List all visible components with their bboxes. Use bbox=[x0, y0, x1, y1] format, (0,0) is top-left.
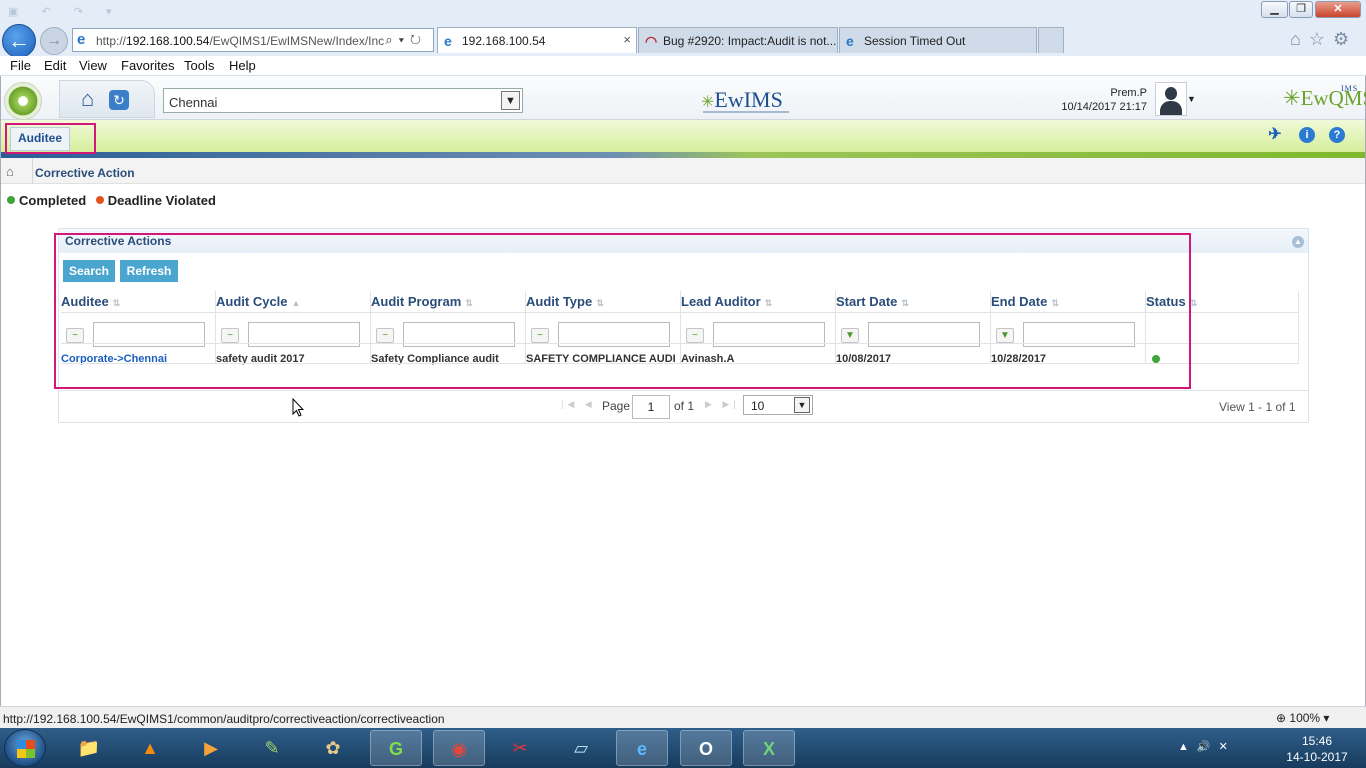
close-tab-icon[interactable]: × bbox=[623, 32, 631, 47]
browser-tab-session[interactable]: e Session Timed Out bbox=[839, 27, 1037, 53]
paint-icon[interactable]: ✿ bbox=[307, 730, 359, 766]
pager-next-last-icon[interactable]: ▶ ▶| bbox=[705, 399, 740, 410]
pager-view-text: View 1 - 1 of 1 bbox=[1219, 400, 1296, 414]
info-icon[interactable]: i bbox=[1299, 127, 1315, 143]
media-player-icon[interactable]: ▶ bbox=[185, 730, 237, 766]
mouse-cursor-icon bbox=[292, 398, 304, 417]
forward-button[interactable]: → bbox=[40, 27, 68, 55]
ie-icon: e bbox=[77, 31, 86, 48]
close-window-button[interactable]: ✕ bbox=[1315, 1, 1361, 18]
user-name: Prem.P bbox=[1110, 87, 1147, 99]
tab-label: Session Timed Out bbox=[864, 34, 966, 48]
user-menu-caret-icon[interactable]: ▼ bbox=[1187, 94, 1196, 104]
breadcrumb-separator bbox=[23, 158, 33, 184]
breadcrumb-current: Corrective Action bbox=[35, 166, 135, 180]
menu-bar: File Edit View Favorites Tools Help bbox=[0, 56, 1366, 76]
highlight-box-auditee bbox=[5, 123, 96, 154]
chevron-down-icon[interactable]: ▼ bbox=[794, 397, 810, 413]
maximize-button[interactable]: ❐ bbox=[1289, 1, 1313, 18]
app-logo-icon bbox=[4, 82, 42, 120]
excel-icon[interactable]: X bbox=[743, 730, 795, 766]
ie-icon: e bbox=[846, 33, 854, 49]
windows-logo-icon bbox=[17, 740, 35, 758]
legend-deadline-violated: Deadline Violated bbox=[107, 193, 216, 208]
greenshot-icon[interactable]: G bbox=[370, 730, 422, 766]
browser-tab-active[interactable]: e 192.168.100.54 × bbox=[437, 27, 637, 53]
role-bar bbox=[1, 120, 1365, 152]
internet-explorer-icon[interactable]: e bbox=[616, 730, 668, 766]
pager: |◀ ◀ Page 1 of 1 ▶ ▶| 10 ▼ View 1 - 1 of… bbox=[59, 390, 1308, 422]
pin-icon[interactable]: ✈ bbox=[1267, 127, 1283, 143]
menu-edit[interactable]: Edit bbox=[44, 58, 66, 73]
home-icon[interactable]: ⌂ bbox=[81, 88, 94, 110]
tab-label: Bug #2920: Impact:Audit is not... bbox=[663, 34, 837, 48]
chrome-icon[interactable]: ◉ bbox=[433, 730, 485, 766]
bug-icon: ◠ bbox=[645, 33, 658, 49]
breadcrumb-home-icon[interactable]: ⌂ bbox=[6, 164, 14, 179]
help-icon[interactable]: ? bbox=[1329, 127, 1345, 143]
highlight-box-grid bbox=[54, 233, 1191, 389]
ewqms-logo: ✳EwQMSIMS bbox=[1283, 84, 1366, 110]
explorer-icon[interactable]: 📁 bbox=[63, 730, 115, 766]
browser-tab-bug[interactable]: ◠ Bug #2920: Impact:Audit is not... bbox=[638, 27, 838, 53]
browser-status-bar: http://192.168.100.54/EwQIMS1/common/aud… bbox=[0, 706, 1366, 728]
back-button[interactable]: ← bbox=[2, 24, 36, 58]
legend-completed: Completed bbox=[19, 193, 87, 208]
location-select-value: Chennai bbox=[169, 95, 218, 110]
completed-dot-icon bbox=[7, 196, 15, 204]
menu-file[interactable]: File bbox=[10, 58, 31, 73]
window-title-bar: ▣ ↶ ↷ ▾ ▁ ❐ ✕ bbox=[0, 0, 1366, 24]
menu-favorites[interactable]: Favorites bbox=[121, 58, 174, 73]
user-datetime: 10/14/2017 21:17 bbox=[1061, 101, 1147, 113]
menu-tools[interactable]: Tools bbox=[184, 58, 214, 73]
browser-nav-row: ← → e http://192.168.100.54/EwQIMS1/EwIM… bbox=[0, 24, 1366, 58]
pager-page-input[interactable]: 1 bbox=[632, 395, 670, 419]
page-size-select[interactable]: 10 ▼ bbox=[743, 395, 813, 415]
clock-time: 15:46 bbox=[1301, 734, 1333, 748]
outlook-icon[interactable]: O bbox=[680, 730, 732, 766]
app-header: ⌂ ↻ Chennai ▼ ✳EwIMS Prem.P 10/14/2017 2… bbox=[1, 76, 1366, 120]
new-tab-button[interactable] bbox=[1038, 27, 1064, 53]
system-tray-icons[interactable]: ▲🔊✕ bbox=[1178, 740, 1236, 753]
collapse-icon[interactable]: ▲ bbox=[1292, 236, 1304, 248]
user-avatar-icon[interactable] bbox=[1155, 82, 1187, 116]
minimize-button[interactable]: ▁ bbox=[1261, 1, 1288, 18]
pager-page-label: Page bbox=[602, 399, 631, 413]
status-legend: Completed Deadline Violated bbox=[7, 193, 216, 208]
chevron-down-icon[interactable]: ▼ bbox=[501, 91, 520, 110]
header-nav-tab bbox=[59, 80, 155, 118]
address-url: http://192.168.100.54/EwQIMS1/EwIMSNew/I… bbox=[96, 34, 385, 48]
vlc-icon[interactable]: ▲ bbox=[124, 730, 176, 766]
pager-first-prev-icon[interactable]: |◀ ◀ bbox=[561, 399, 596, 410]
windows-taskbar: 📁 ▲ ▶ ✎ ✿ G ◉ ✂ ▱ e O X ▲🔊✕ 15:46 14-10-… bbox=[0, 728, 1366, 768]
editor-icon[interactable]: ▱ bbox=[555, 730, 607, 766]
status-url: http://192.168.100.54/EwQIMS1/common/aud… bbox=[3, 712, 445, 726]
ie-icon: e bbox=[444, 33, 452, 49]
zoom-level[interactable]: ⊕ 100% ▾ bbox=[1276, 711, 1329, 725]
breadcrumb: ⌂ Corrective Action bbox=[1, 158, 1365, 184]
address-bar[interactable]: e http://192.168.100.54/EwQIMS1/EwIMSNew… bbox=[72, 28, 434, 52]
notepad-icon[interactable]: ✎ bbox=[246, 730, 298, 766]
address-tools[interactable]: ⌕▾↻ bbox=[385, 32, 427, 48]
ewims-logo: ✳EwIMS bbox=[701, 89, 789, 113]
pager-of-label: of 1 bbox=[674, 399, 695, 413]
quick-access-icons: ▣ ↶ ↷ ▾ bbox=[8, 6, 122, 18]
location-select[interactable]: Chennai ▼ bbox=[163, 88, 523, 113]
start-button[interactable] bbox=[4, 729, 46, 767]
snipping-tool-icon[interactable]: ✂ bbox=[494, 730, 546, 766]
clock-date: 14-10-2017 bbox=[1286, 750, 1348, 764]
menu-help[interactable]: Help bbox=[229, 58, 256, 73]
tab-label: 192.168.100.54 bbox=[462, 34, 546, 48]
browser-toolbar-icons[interactable]: ⌂☆⚙ bbox=[1290, 29, 1357, 50]
page-size-value: 10 bbox=[751, 399, 765, 413]
refresh-icon[interactable]: ↻ bbox=[109, 90, 129, 110]
menu-view[interactable]: View bbox=[79, 58, 107, 73]
page-content: ⌂ ↻ Chennai ▼ ✳EwIMS Prem.P 10/14/2017 2… bbox=[0, 76, 1366, 706]
deadline-dot-icon bbox=[95, 196, 104, 204]
